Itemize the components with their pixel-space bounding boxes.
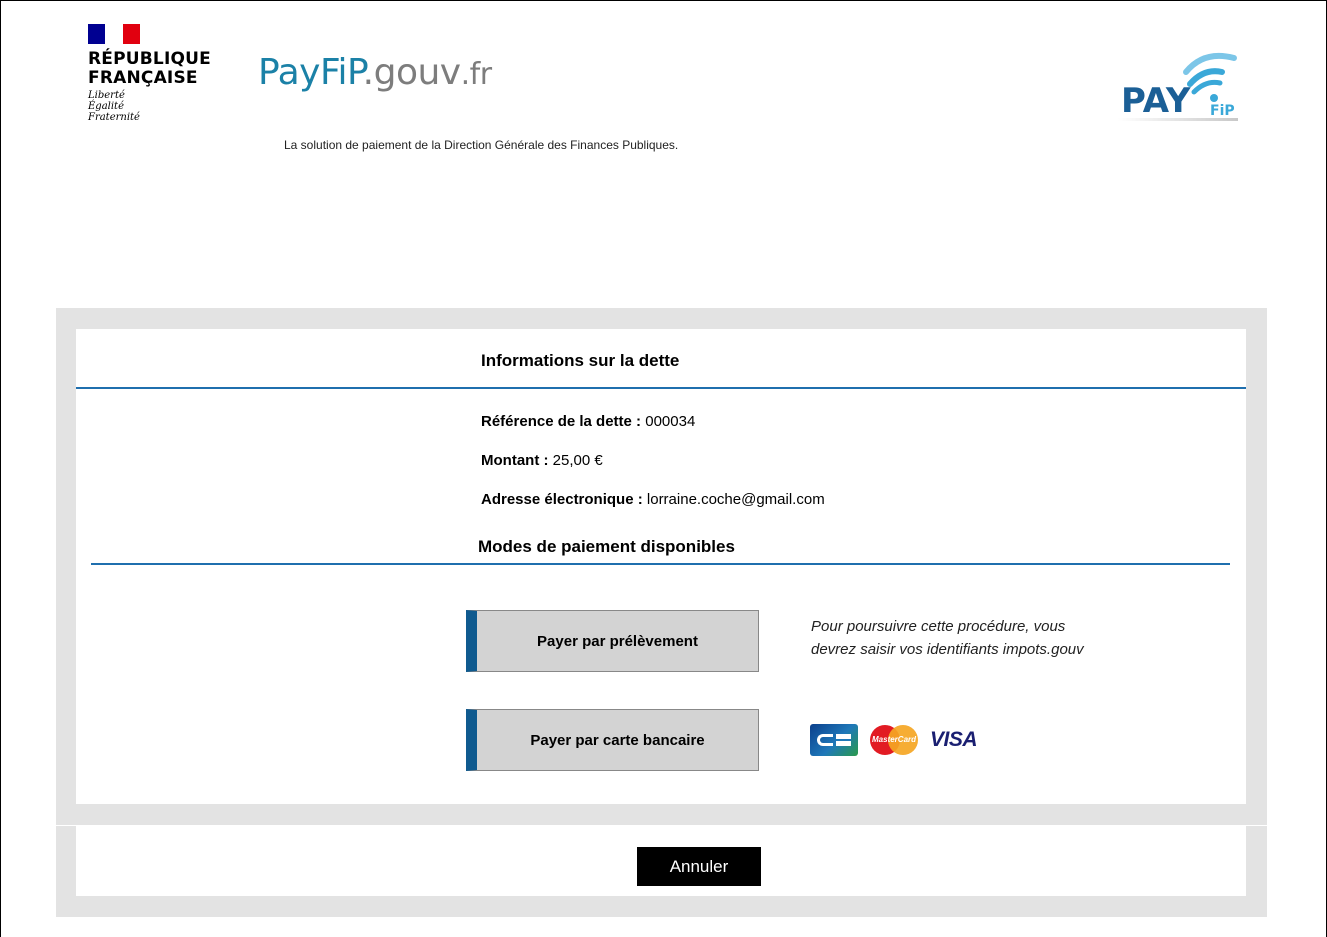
tagline: La solution de paiement de la Direction … bbox=[284, 138, 679, 152]
section-divider bbox=[76, 387, 1246, 389]
cb-card-icon bbox=[810, 724, 858, 756]
devise: Liberté Égalité Fraternité bbox=[88, 90, 140, 123]
amount-value: 25,00 € bbox=[552, 452, 603, 469]
logo-text: PAY bbox=[1121, 81, 1191, 121]
pay-card-button[interactable]: Payer par carte bancaire bbox=[466, 709, 759, 771]
amount-label: Montant : bbox=[481, 452, 549, 469]
payment-divider bbox=[91, 563, 1230, 565]
amount-row: Montant : 25,00 € bbox=[481, 452, 603, 469]
card-brands: MasterCard VISA bbox=[810, 724, 978, 756]
marianne-flag-icon bbox=[88, 24, 140, 44]
pay-direct-debit-button[interactable]: Payer par prélèvement bbox=[466, 610, 759, 672]
debt-info-card: Informations sur la dette Référence de l… bbox=[76, 329, 1246, 804]
mastercard-icon: MasterCard bbox=[870, 725, 918, 755]
visa-icon: VISA bbox=[930, 728, 978, 751]
payment-modes-title: Modes de paiement disponibles bbox=[478, 537, 735, 556]
payfip-logo-icon: PAY FiP bbox=[1118, 52, 1238, 121]
email-row: Adresse électronique : lorraine.coche@gm… bbox=[481, 491, 825, 508]
cancel-card: Annuler bbox=[76, 826, 1246, 896]
cancel-button[interactable]: Annuler bbox=[637, 847, 761, 886]
debt-reference-label: Référence de la dette : bbox=[481, 413, 642, 430]
logo-subtext: FiP bbox=[1210, 103, 1235, 119]
email-value: lorraine.coche@gmail.com bbox=[646, 491, 825, 508]
direct-debit-note: Pour poursuivre cette procédure, vous de… bbox=[811, 618, 1084, 658]
site-title: PayFiP.gouv.fr bbox=[258, 52, 492, 93]
republique-francaise-logo: RÉPUBLIQUE FRANÇAISE Liberté Égalité Fra… bbox=[88, 24, 211, 123]
email-label: Adresse électronique : bbox=[481, 491, 643, 508]
republique-francaise-title: RÉPUBLIQUE FRANÇAISE bbox=[88, 49, 211, 88]
debt-reference-row: Référence de la dette : 000034 bbox=[481, 413, 695, 430]
debt-section-title: Informations sur la dette bbox=[481, 351, 680, 370]
debt-reference-value: 000034 bbox=[645, 413, 696, 430]
